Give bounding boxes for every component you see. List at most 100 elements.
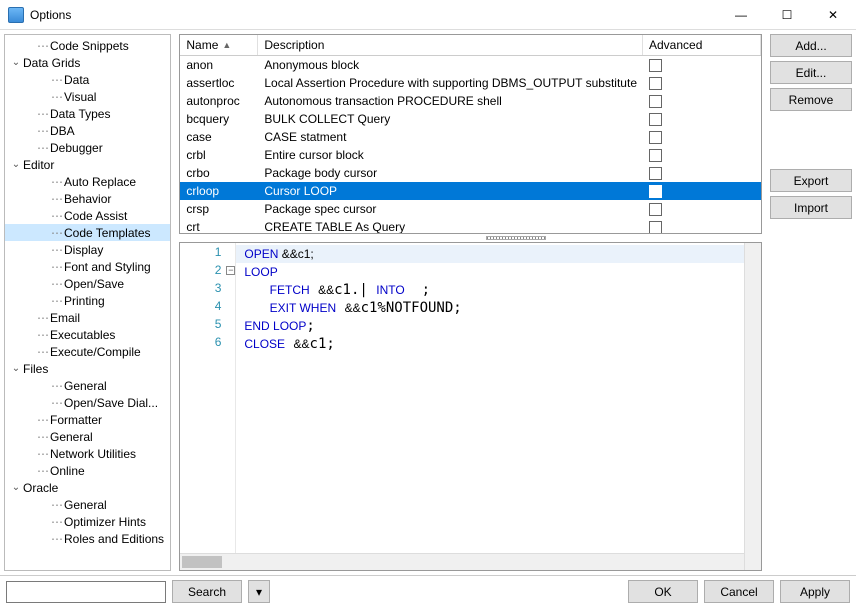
cell-advanced (643, 185, 761, 198)
column-advanced[interactable]: Advanced (643, 35, 761, 55)
cell-name: crbo (180, 166, 258, 180)
ok-button[interactable]: OK (628, 580, 698, 603)
options-tree[interactable]: ⋯Code Snippets⌄Data Grids⋯Data⋯Visual⋯Da… (4, 34, 171, 571)
advanced-checkbox[interactable] (649, 131, 662, 144)
title-bar: Options — ☐ ✕ (0, 0, 856, 30)
tree-item-label: Visual (64, 90, 96, 104)
table-row[interactable]: assertlocLocal Assertion Procedure with … (180, 74, 761, 92)
tree-item-optimizer-hints[interactable]: ⋯Optimizer Hints (5, 513, 170, 530)
tree-item-label: Network Utilities (50, 447, 136, 461)
fold-icon[interactable]: − (226, 266, 235, 275)
export-button[interactable]: Export (770, 169, 852, 192)
tree-item-label: Code Snippets (50, 39, 129, 53)
templates-grid[interactable]: Name▲ Description Advanced anonAnonymous… (179, 34, 762, 234)
cell-name: case (180, 130, 258, 144)
tree-item-label: Data Types (50, 107, 110, 121)
advanced-checkbox[interactable] (649, 167, 662, 180)
tree-item-label: Open/Save Dial... (64, 396, 158, 410)
maximize-button[interactable]: ☐ (764, 0, 810, 30)
tree-item-dba[interactable]: ⋯DBA (5, 122, 170, 139)
cell-name: autonproc (180, 94, 258, 108)
add-button[interactable]: Add... (770, 34, 852, 57)
advanced-checkbox[interactable] (649, 185, 662, 198)
editor-content[interactable]: OPEN &&c1;LOOP FETCH &&c1.| INTO ; EXIT … (236, 243, 744, 570)
tree-item-visual[interactable]: ⋯Visual (5, 88, 170, 105)
table-row[interactable]: crloopCursor LOOP (180, 182, 761, 200)
tree-item-label: Formatter (50, 413, 102, 427)
table-row[interactable]: anonAnonymous block (180, 56, 761, 74)
tree-item-display[interactable]: ⋯Display (5, 241, 170, 258)
cancel-button[interactable]: Cancel (704, 580, 774, 603)
advanced-checkbox[interactable] (649, 221, 662, 234)
tree-item-execute-compile[interactable]: ⋯Execute/Compile (5, 343, 170, 360)
cell-description: Cursor LOOP (258, 184, 643, 198)
cell-advanced (643, 167, 761, 180)
tree-item-code-assist[interactable]: ⋯Code Assist (5, 207, 170, 224)
tree-item-files[interactable]: ⌄Files (5, 360, 170, 377)
table-row[interactable]: bcqueryBULK COLLECT Query (180, 110, 761, 128)
tree-item-data-grids[interactable]: ⌄Data Grids (5, 54, 170, 71)
tree-item-email[interactable]: ⋯Email (5, 309, 170, 326)
code-editor[interactable]: 1 2− 3 4 5 6 OPEN &&c1;LOOP FETCH &&c1.|… (179, 242, 762, 571)
tree-item-online[interactable]: ⋯Online (5, 462, 170, 479)
tree-item-formatter[interactable]: ⋯Formatter (5, 411, 170, 428)
advanced-checkbox[interactable] (649, 149, 662, 162)
tree-item-oracle[interactable]: ⌄Oracle (5, 479, 170, 496)
minimize-button[interactable]: — (718, 0, 764, 30)
edit-button[interactable]: Edit... (770, 61, 852, 84)
tree-item-general[interactable]: ⋯General (5, 377, 170, 394)
table-row[interactable]: autonprocAutonomous transaction PROCEDUR… (180, 92, 761, 110)
tree-item-network-utilities[interactable]: ⋯Network Utilities (5, 445, 170, 462)
tree-item-executables[interactable]: ⋯Executables (5, 326, 170, 343)
tree-item-debugger[interactable]: ⋯Debugger (5, 139, 170, 156)
search-input[interactable] (6, 581, 166, 603)
editor-vertical-scrollbar[interactable] (744, 243, 761, 570)
table-row[interactable]: crtCREATE TABLE As Query (180, 218, 761, 233)
tree-item-behavior[interactable]: ⋯Behavior (5, 190, 170, 207)
tree-item-editor[interactable]: ⌄Editor (5, 156, 170, 173)
advanced-checkbox[interactable] (649, 113, 662, 126)
close-button[interactable]: ✕ (810, 0, 856, 30)
tree-item-label: Display (64, 243, 103, 257)
apply-button[interactable]: Apply (780, 580, 850, 603)
tree-item-general[interactable]: ⋯General (5, 428, 170, 445)
tree-item-open-save[interactable]: ⋯Open/Save (5, 275, 170, 292)
tree-item-open-save-dial-[interactable]: ⋯Open/Save Dial... (5, 394, 170, 411)
advanced-checkbox[interactable] (649, 95, 662, 108)
cell-description: BULK COLLECT Query (258, 112, 643, 126)
horizontal-splitter[interactable] (179, 234, 852, 242)
advanced-checkbox[interactable] (649, 59, 662, 72)
tree-item-label: General (64, 379, 107, 393)
tree-item-roles-and-editions[interactable]: ⋯Roles and Editions (5, 530, 170, 547)
cell-advanced (643, 221, 761, 234)
tree-item-label: General (50, 430, 93, 444)
tree-item-data[interactable]: ⋯Data (5, 71, 170, 88)
advanced-checkbox[interactable] (649, 77, 662, 90)
column-description[interactable]: Description (258, 35, 643, 55)
table-row[interactable]: caseCASE statment (180, 128, 761, 146)
table-row[interactable]: crspPackage spec cursor (180, 200, 761, 218)
tree-item-general[interactable]: ⋯General (5, 496, 170, 513)
search-button[interactable]: Search (172, 580, 242, 603)
tree-item-data-types[interactable]: ⋯Data Types (5, 105, 170, 122)
tree-item-code-snippets[interactable]: ⋯Code Snippets (5, 37, 170, 54)
cell-name: crbl (180, 148, 258, 162)
import-button[interactable]: Import (770, 196, 852, 219)
table-row[interactable]: crblEntire cursor block (180, 146, 761, 164)
app-icon (8, 7, 24, 23)
tree-item-printing[interactable]: ⋯Printing (5, 292, 170, 309)
cell-description: Package spec cursor (258, 202, 643, 216)
advanced-checkbox[interactable] (649, 203, 662, 216)
tree-item-auto-replace[interactable]: ⋯Auto Replace (5, 173, 170, 190)
editor-horizontal-scrollbar[interactable] (180, 553, 744, 570)
tree-item-code-templates[interactable]: ⋯Code Templates (5, 224, 170, 241)
tree-item-font-and-styling[interactable]: ⋯Font and Styling (5, 258, 170, 275)
table-row[interactable]: crboPackage body cursor (180, 164, 761, 182)
search-dropdown[interactable]: ▾ (248, 580, 270, 603)
tree-item-label: Data (64, 73, 89, 87)
column-name[interactable]: Name▲ (180, 35, 258, 55)
tree-item-label: Optimizer Hints (64, 515, 146, 529)
tree-item-label: Data Grids (23, 56, 80, 70)
remove-button[interactable]: Remove (770, 88, 852, 111)
tree-item-label: Oracle (23, 481, 58, 495)
